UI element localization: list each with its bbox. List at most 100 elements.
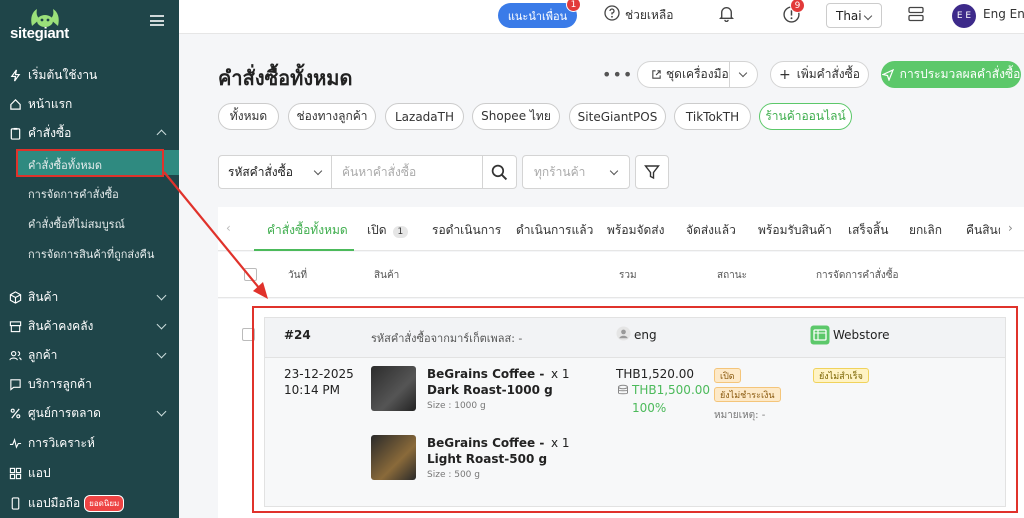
chevron-down-icon (156, 406, 167, 417)
nav-customer-service[interactable]: บริการลูกค้า (0, 371, 179, 397)
chevron-up-icon (156, 129, 167, 140)
grid-icon (8, 466, 22, 480)
nav-label: หน้าแรก (28, 96, 73, 111)
analytics-icon (8, 436, 22, 450)
sitegiant-logo[interactable]: sitegiant (10, 8, 80, 42)
nav-label: การวิเคราะห์ (28, 435, 95, 450)
store-select[interactable]: ทุกร้านค้า (522, 155, 630, 189)
store-switch-icon[interactable] (907, 5, 925, 23)
store-select-label: ทุกร้านค้า (534, 164, 586, 179)
add-order-label: เพิ่มคำสั่งซื้อ (796, 67, 860, 81)
add-order-button[interactable]: + เพิ่มคำสั่งซื้อ (770, 61, 869, 88)
tab-ready-to-ship[interactable]: พร้อมจัดส่ง (607, 221, 664, 240)
sub-item-incomplete-orders[interactable]: คำสั่งซื้อที่ไม่สมบูรณ์ (28, 215, 125, 233)
bell-icon[interactable] (718, 5, 735, 22)
hamburger-menu-icon[interactable] (150, 15, 164, 26)
process-orders-button[interactable]: การประมวลผลคำสั่งซื้อ (881, 61, 1021, 88)
col-product: สินค้า (374, 270, 400, 281)
nav-marketing[interactable]: ศูนย์การตลาด (0, 400, 179, 426)
nav-label: สินค้า (28, 289, 59, 304)
bolt-icon (8, 68, 22, 82)
tab-open[interactable]: เปิด 1 (367, 221, 409, 240)
nav-label: บริการลูกค้า (28, 376, 92, 391)
chevron-down-icon (863, 11, 873, 21)
percent-icon (8, 406, 22, 420)
tabs-scroll-right-icon[interactable]: › (1008, 221, 1013, 235)
nav-mobile-app[interactable]: แอปมือถือ ยอดนิยม (0, 490, 179, 516)
col-order-management: การจัดการคำสั่งซื้อ (816, 270, 899, 281)
chip-online-store[interactable]: ร้านค้าออนไลน์ (759, 103, 852, 130)
tab-label: เปิด (367, 223, 387, 237)
highlight-box-order (252, 306, 1018, 513)
logo-text: sitegiant (10, 25, 69, 42)
language-select[interactable]: Thai (826, 3, 882, 28)
sub-item-order-management[interactable]: การจัดการคำสั่งซื้อ (28, 185, 119, 203)
language-label: Thai (836, 8, 862, 23)
home-icon (8, 97, 22, 111)
toolkit-label: ชุดเครื่องมือ (666, 67, 729, 81)
nav-customers[interactable]: ลูกค้า (0, 342, 179, 368)
external-link-icon (652, 70, 661, 79)
filter-icon (644, 165, 660, 180)
send-icon (881, 68, 894, 81)
col-total: รวม (619, 270, 637, 281)
tab-ready-for-pickup[interactable]: พร้อมรับสินค้า (758, 221, 832, 240)
users-icon (8, 348, 22, 362)
help-link[interactable]: ช่วยเหลือ (625, 6, 674, 25)
sidebar: sitegiant เริ่มต้นใช้งาน หน้าแรก คำสั่งซ… (0, 0, 179, 518)
chip-all[interactable]: ทั้งหมด (218, 103, 279, 130)
chip-customer-channel[interactable]: ช่องทางลูกค้า (288, 103, 376, 130)
tab-count-badge: 1 (392, 226, 409, 238)
plus-icon: + (779, 66, 791, 83)
search-icon[interactable] (491, 164, 508, 181)
chip-tiktok[interactable]: TikTokTH (674, 103, 751, 130)
highlight-box-sidebar (16, 149, 164, 177)
nav-home[interactable]: หน้าแรก (0, 91, 179, 117)
avatar[interactable]: E E (952, 4, 976, 28)
nav-label: ศูนย์การตลาด (28, 405, 101, 420)
help-icon[interactable] (604, 5, 620, 21)
chat-icon (8, 377, 22, 391)
chevron-down-icon (156, 319, 167, 330)
sub-item-returns[interactable]: การจัดการสินค้าที่ถูกส่งคืน (28, 245, 154, 263)
col-status: สถานะ (717, 270, 747, 281)
mobile-icon (8, 496, 22, 510)
nav-orders[interactable]: คำสั่งซื้อ (0, 120, 179, 146)
tab-completed[interactable]: เสร็จสิ้น (848, 221, 888, 240)
nav-getting-started[interactable]: เริ่มต้นใช้งาน (0, 62, 179, 88)
nav-label: เริ่มต้นใช้งาน (28, 67, 98, 82)
tab-processed[interactable]: ดำเนินการแล้ว (516, 221, 593, 240)
nav-label: ลูกค้า (28, 347, 58, 362)
chip-sitegiantpos[interactable]: SiteGiantPOS (569, 103, 666, 130)
chip-shopee[interactable]: Shopee ไทย (472, 103, 560, 130)
popular-badge: ยอดนิยม (84, 494, 125, 512)
nav-analytics[interactable]: การวิเคราะห์ (0, 430, 179, 456)
nav-label: สินค้าคงคลัง (28, 318, 94, 333)
chevron-down-icon[interactable] (738, 68, 748, 78)
nav-label: คำสั่งซื้อ (28, 125, 72, 140)
nav-apps[interactable]: แอป (0, 460, 179, 486)
search-input[interactable]: ค้นหาคำสั่งซื้อ (332, 156, 483, 188)
chevron-down-icon (313, 166, 323, 176)
annotation-arrow (163, 171, 268, 299)
nav-label: แอปมือถือ (28, 495, 81, 510)
toolkit-button[interactable]: ชุดเครื่องมือ (637, 61, 758, 88)
user-name[interactable]: Eng Eng (983, 7, 1024, 21)
page-title: คำสั่งซื้อทั้งหมด (218, 66, 353, 90)
tab-returns[interactable]: คืนสินค้ (966, 221, 1000, 240)
tab-pending[interactable]: รอดำเนินการ (432, 221, 501, 240)
chevron-down-icon (609, 166, 619, 176)
process-orders-label: การประมวลผลคำสั่งซื้อ (899, 67, 1021, 81)
tab-cancelled[interactable]: ยกเลิก (909, 221, 942, 240)
nav-products[interactable]: สินค้า (0, 284, 179, 310)
more-options-icon[interactable]: ••• (602, 65, 633, 84)
chip-lazada[interactable]: LazadaTH (385, 103, 464, 130)
warehouse-icon (8, 319, 22, 333)
nav-label: แอป (28, 465, 51, 480)
nav-inventory[interactable]: สินค้าคงคลัง (0, 313, 179, 339)
col-date: วันที่ (288, 270, 308, 281)
invite-friend-button[interactable]: แนะนำเพื่อน (498, 3, 577, 28)
tab-shipped[interactable]: จัดส่งแล้ว (686, 221, 736, 240)
box-icon (8, 290, 22, 304)
filter-button[interactable] (635, 155, 669, 189)
